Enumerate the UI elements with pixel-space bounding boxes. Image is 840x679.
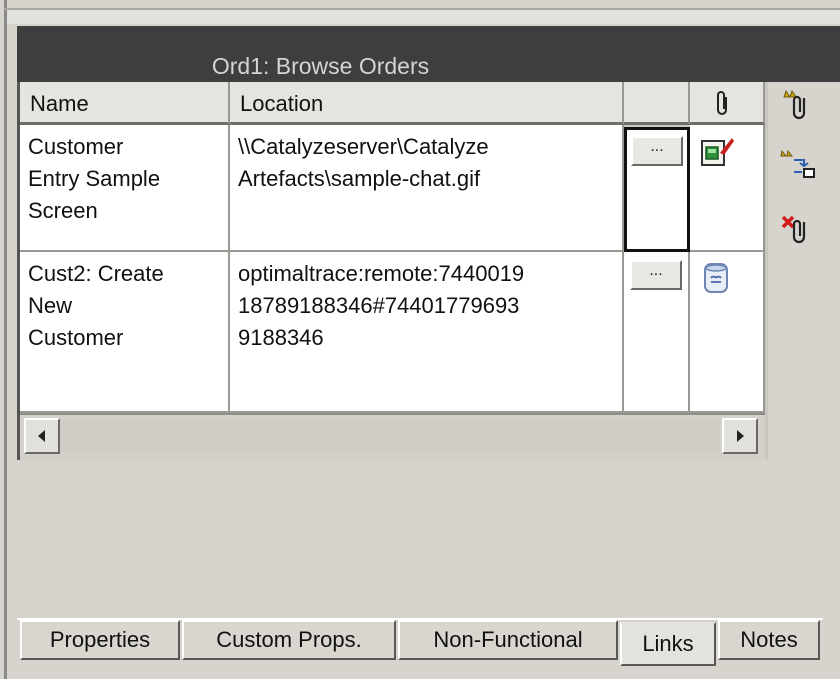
scroll-right-arrow-icon bbox=[737, 430, 744, 442]
table-row-2-name[interactable]: Cust2: Create New Customer bbox=[20, 252, 230, 413]
table-row-2-browse-cell[interactable]: ... bbox=[624, 252, 690, 413]
table-row-1-name[interactable]: Customer Entry Sample Screen bbox=[20, 125, 230, 252]
image-file-icon bbox=[701, 138, 734, 166]
tab-notes[interactable]: Notes bbox=[718, 620, 820, 660]
linked-element-icon bbox=[704, 263, 728, 293]
browse-button-row-1[interactable]: ... bbox=[631, 136, 683, 166]
scroll-left-button[interactable] bbox=[24, 418, 60, 454]
column-header-browse[interactable] bbox=[624, 82, 690, 125]
link-to-element-icon[interactable] bbox=[778, 148, 818, 184]
table-row-1-browse-cell[interactable]: ... bbox=[624, 127, 690, 252]
tab-links[interactable]: Links bbox=[620, 622, 716, 666]
table-row-1-type-cell[interactable] bbox=[690, 125, 765, 252]
scroll-left-arrow-icon bbox=[38, 430, 45, 442]
add-link-icon[interactable] bbox=[780, 88, 814, 122]
tab-properties[interactable]: Properties bbox=[20, 620, 180, 660]
column-header-name[interactable]: Name bbox=[20, 82, 230, 125]
panel-title: Ord1: Browse Orders bbox=[211, 53, 430, 79]
tab-non-functional[interactable]: Non-Functional bbox=[398, 620, 618, 660]
scroll-track[interactable] bbox=[60, 420, 720, 452]
column-header-attachment[interactable] bbox=[690, 82, 765, 125]
column-header-location[interactable]: Location bbox=[230, 82, 624, 125]
tab-custom-props[interactable]: Custom Props. bbox=[182, 620, 396, 660]
remove-link-icon[interactable] bbox=[780, 212, 814, 246]
paperclip-icon bbox=[717, 91, 727, 115]
browse-button-row-2[interactable]: ... bbox=[630, 260, 682, 290]
table-row-2-location[interactable]: optimaltrace:remote:7440019 18789188346#… bbox=[230, 252, 624, 413]
table-row-2-type-cell[interactable] bbox=[690, 252, 765, 413]
panel-left-border bbox=[4, 0, 7, 679]
scroll-right-button[interactable] bbox=[722, 418, 758, 454]
table-row-1-location[interactable]: \\Catalyzeserver\Catalyze Artefacts\samp… bbox=[230, 125, 624, 252]
panel-top-strip bbox=[7, 10, 840, 24]
links-panel: Ord1: Browse Orders Name Location Custom… bbox=[0, 0, 840, 679]
